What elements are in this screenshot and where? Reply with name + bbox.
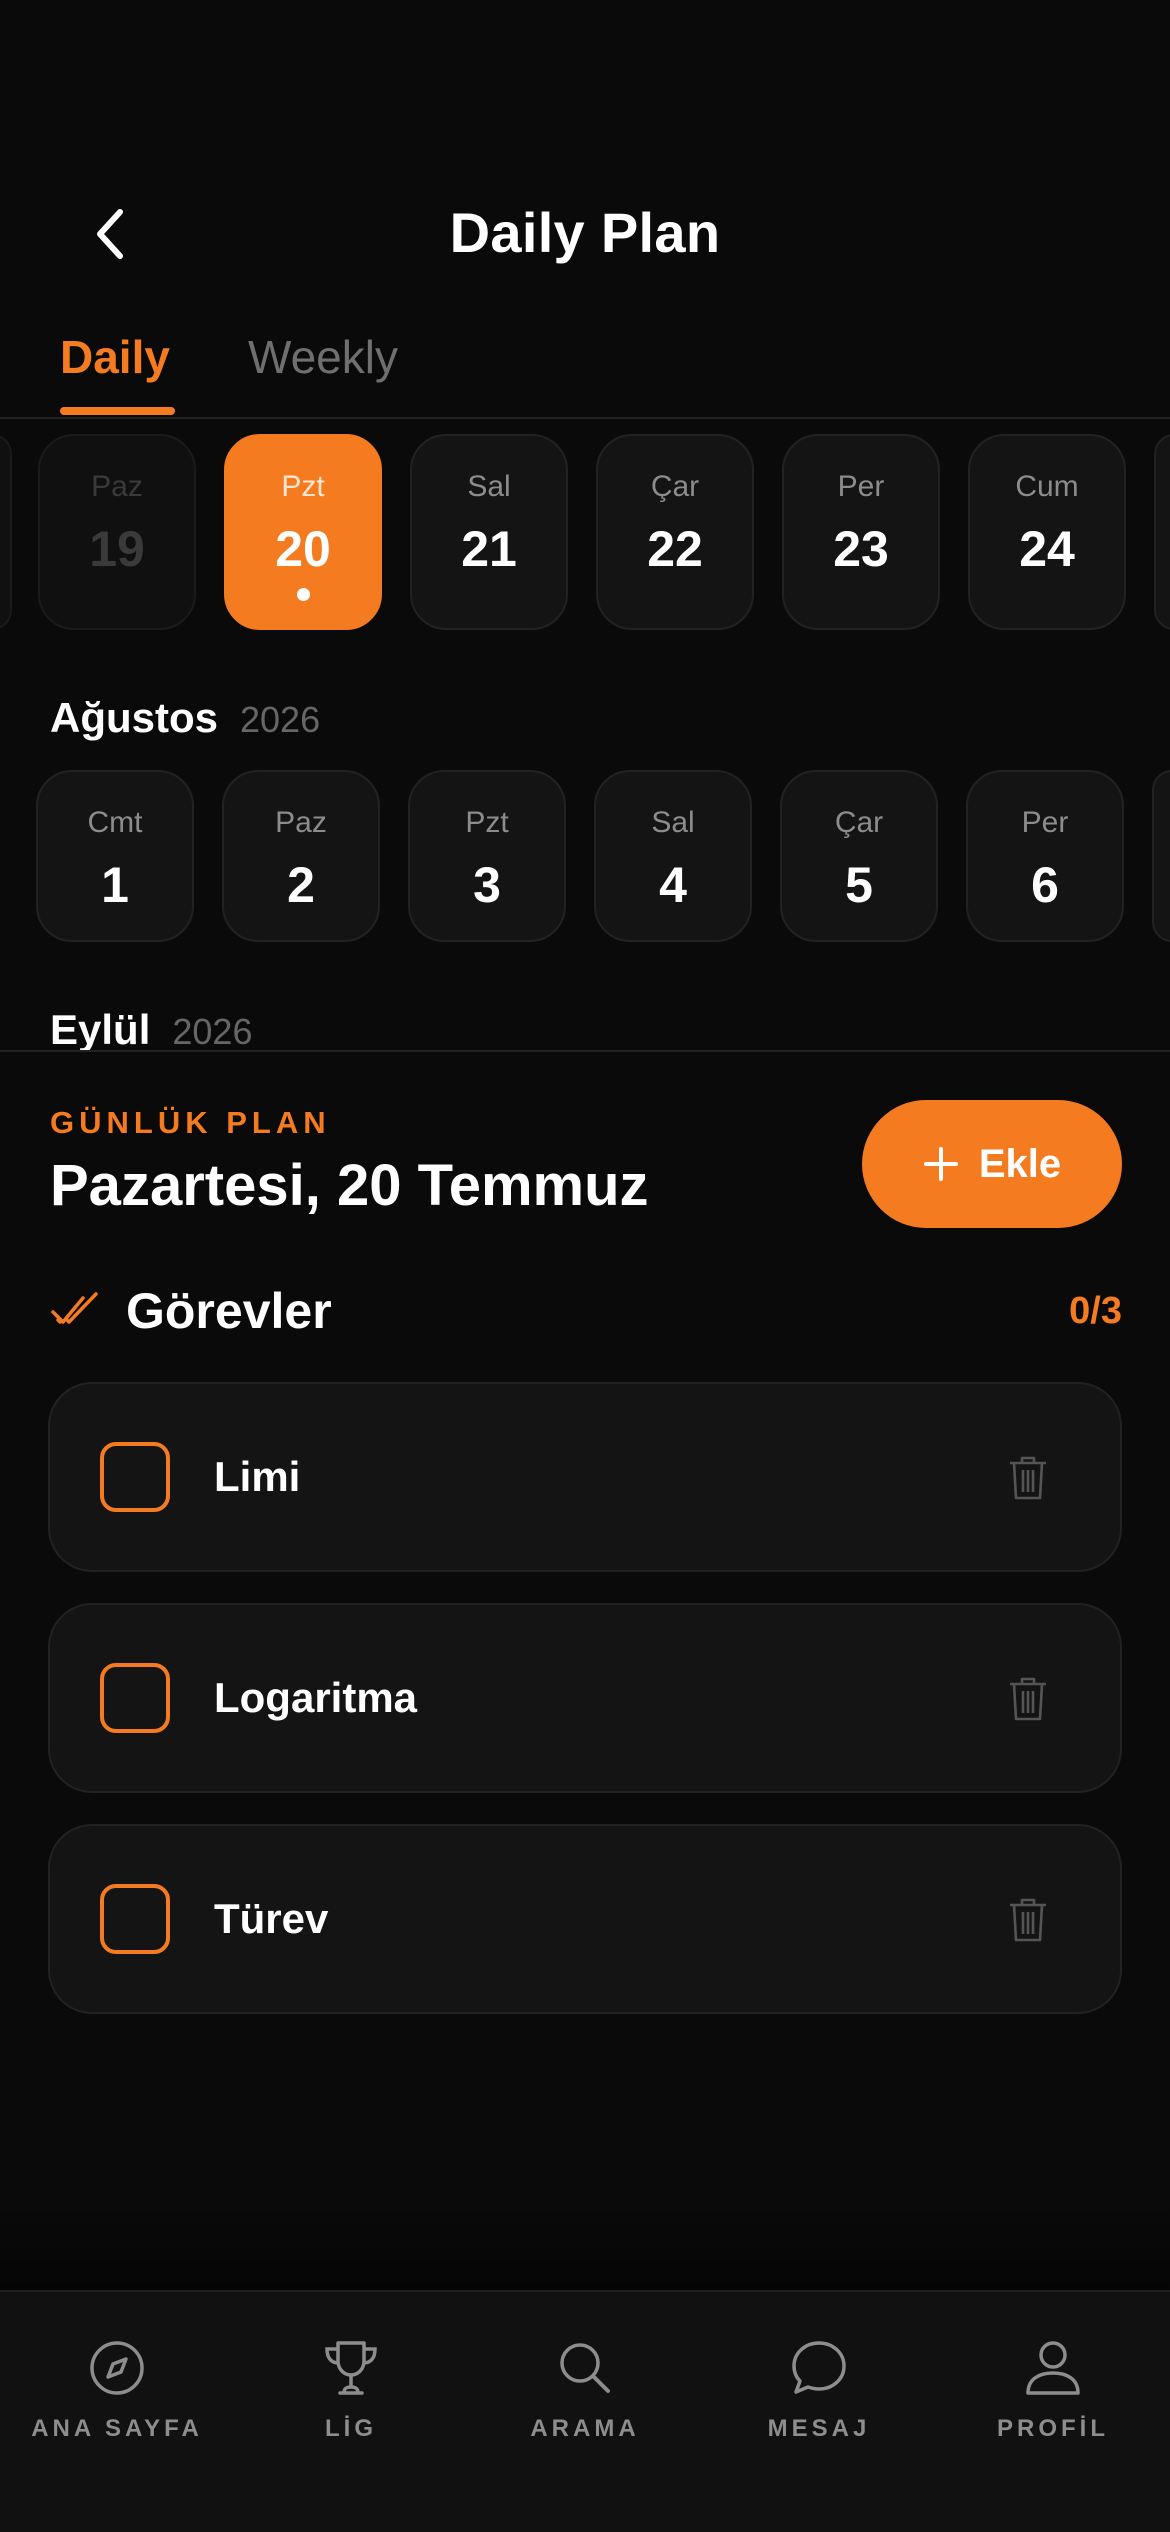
day-name: Sal	[651, 806, 695, 839]
nav-item-search[interactable]: ARAMA	[468, 2335, 702, 2443]
plus-icon	[923, 1147, 958, 1181]
tab-weekly[interactable]: Weekly	[248, 330, 398, 384]
add-task-button[interactable]: Ekle	[862, 1100, 1122, 1228]
task-checkbox[interactable]	[100, 1442, 170, 1512]
month-year: 2026	[240, 699, 321, 740]
day-number: 21	[461, 521, 517, 577]
trophy-icon	[325, 2341, 377, 2395]
day-card[interactable]: Per 6	[966, 770, 1124, 942]
day-card-partial[interactable]	[1152, 770, 1170, 942]
day-card-selected[interactable]: Pzt 20	[224, 434, 382, 630]
day-card[interactable]: Paz 19	[38, 434, 196, 630]
user-icon	[1026, 2341, 1080, 2395]
add-button-label: Ekle	[978, 1141, 1062, 1186]
day-name: Pzt	[281, 470, 325, 503]
task-label: Logaritma	[214, 1674, 418, 1721]
tasks-count: 0/3	[1069, 1290, 1122, 1332]
page-title: Daily Plan	[449, 201, 721, 264]
day-name: Sal	[467, 470, 511, 503]
tab-divider	[0, 417, 1170, 419]
day-name: Per	[1021, 806, 1069, 839]
day-number: 1	[101, 857, 129, 913]
day-card[interactable]: Paz 2	[222, 770, 380, 942]
task-item: Türev	[48, 1824, 1122, 2014]
month-header: Eylül 2026	[50, 1006, 252, 1050]
month-year: 2026	[172, 1011, 253, 1050]
day-name: Per	[837, 470, 885, 503]
nav-item-league[interactable]: LİG	[234, 2335, 468, 2443]
task-label: Limi	[214, 1453, 301, 1500]
task-item: Logaritma	[48, 1603, 1122, 1793]
day-name: Cum	[1015, 470, 1079, 503]
search-icon	[560, 2343, 610, 2393]
task-label: Türev	[214, 1895, 329, 1942]
day-card[interactable]: Çar 22	[596, 434, 754, 630]
day-number: 2	[287, 857, 315, 913]
day-name: Çar	[834, 806, 884, 839]
day-number: 22	[647, 521, 703, 577]
day-card[interactable]: Sal 4	[594, 770, 752, 942]
nav-label: MESAJ	[767, 2415, 871, 2442]
tasks-title: Görevler	[126, 1283, 332, 1339]
active-tab-indicator	[60, 407, 175, 415]
task-item: Limi	[48, 1382, 1122, 1572]
plan-eyebrow: GÜNLÜK PLAN	[50, 1105, 331, 1140]
day-number: 5	[845, 857, 873, 913]
day-name: Cmt	[87, 806, 143, 839]
day-card[interactable]: Per 23	[782, 434, 940, 630]
double-check-icon	[51, 1292, 98, 1324]
day-card-partial[interactable]	[0, 434, 12, 630]
compass-icon	[90, 2341, 144, 2395]
day-number: 4	[659, 857, 687, 913]
day-number: 19	[89, 521, 145, 577]
month-header: Ağustos 2026	[50, 694, 320, 742]
day-card[interactable]: Cum 24	[968, 434, 1126, 630]
plan-date: Pazartesi, 20 Temmuz	[50, 1153, 649, 1218]
trash-icon[interactable]	[1006, 1896, 1050, 1944]
day-name: Paz	[275, 806, 327, 839]
month-name: Eylül	[50, 1006, 151, 1050]
day-name: Pzt	[465, 806, 509, 839]
day-number: 24	[1019, 521, 1075, 577]
day-card[interactable]: Çar 5	[780, 770, 938, 942]
day-card[interactable]: Sal 21	[410, 434, 568, 630]
nav-label: ARAMA	[530, 2415, 640, 2442]
tab-daily[interactable]: Daily	[60, 330, 170, 384]
day-number: 20	[275, 521, 331, 577]
trash-icon[interactable]	[1006, 1454, 1050, 1502]
task-checkbox[interactable]	[100, 1884, 170, 1954]
day-number: 3	[473, 857, 501, 913]
nav-item-home[interactable]: ANA SAYFA	[0, 2335, 234, 2443]
trash-icon[interactable]	[1006, 1675, 1050, 1723]
nav-item-messages[interactable]: MESAJ	[702, 2335, 936, 2443]
has-tasks-dot	[296, 588, 310, 601]
nav-item-profile[interactable]: PROFİL	[936, 2335, 1170, 2443]
section-divider	[0, 1050, 1170, 1052]
bottom-fade	[0, 2200, 1170, 2290]
month-name: Ağustos	[50, 694, 218, 741]
day-card[interactable]: Cmt 1	[36, 770, 194, 942]
day-name: Paz	[91, 470, 143, 503]
day-number: 23	[833, 521, 889, 577]
task-checkbox[interactable]	[100, 1663, 170, 1733]
day-number: 6	[1031, 857, 1059, 913]
nav-label: ANA SAYFA	[31, 2415, 203, 2442]
nav-label: LİG	[325, 2415, 377, 2442]
day-name: Çar	[650, 470, 700, 503]
nav-label: PROFİL	[997, 2415, 1109, 2442]
day-card[interactable]: Pzt 3	[408, 770, 566, 942]
day-card-partial[interactable]	[1154, 434, 1170, 630]
chat-icon	[792, 2341, 846, 2394]
